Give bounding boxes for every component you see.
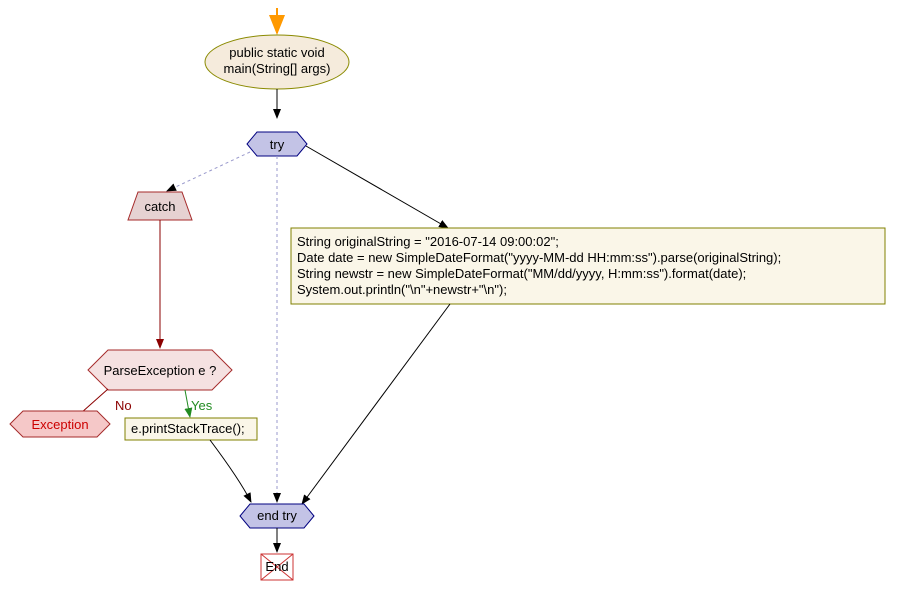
- arrow-decision-yes: [185, 390, 190, 417]
- arrow-code-to-endtry: [302, 304, 450, 504]
- decision-label: ParseException e ?: [104, 363, 217, 378]
- arrow-try-to-code: [306, 146, 448, 228]
- end-try-label: end try: [257, 508, 297, 523]
- catch-label: catch: [144, 199, 175, 214]
- code-line3: String newstr = new SimpleDateFormat("MM…: [297, 266, 746, 281]
- no-label: No: [115, 398, 132, 413]
- exception-label: Exception: [31, 417, 88, 432]
- stacktrace-label: e.printStackTrace();: [131, 421, 245, 436]
- method-header-line2: main(String[] args): [224, 61, 331, 76]
- yes-label: Yes: [191, 398, 213, 413]
- code-line1: String originalString = "2016-07-14 09:0…: [297, 234, 559, 249]
- code-line4: System.out.println("\n"+newstr+"\n");: [297, 282, 507, 297]
- arrow-try-to-catch: [167, 152, 250, 191]
- method-header-line1: public static void: [229, 45, 324, 60]
- end-label: End: [265, 559, 288, 574]
- try-label: try: [270, 137, 285, 152]
- arrow-stacktrace-to-endtry: [210, 440, 251, 502]
- code-line2: Date date = new SimpleDateFormat("yyyy-M…: [297, 250, 781, 265]
